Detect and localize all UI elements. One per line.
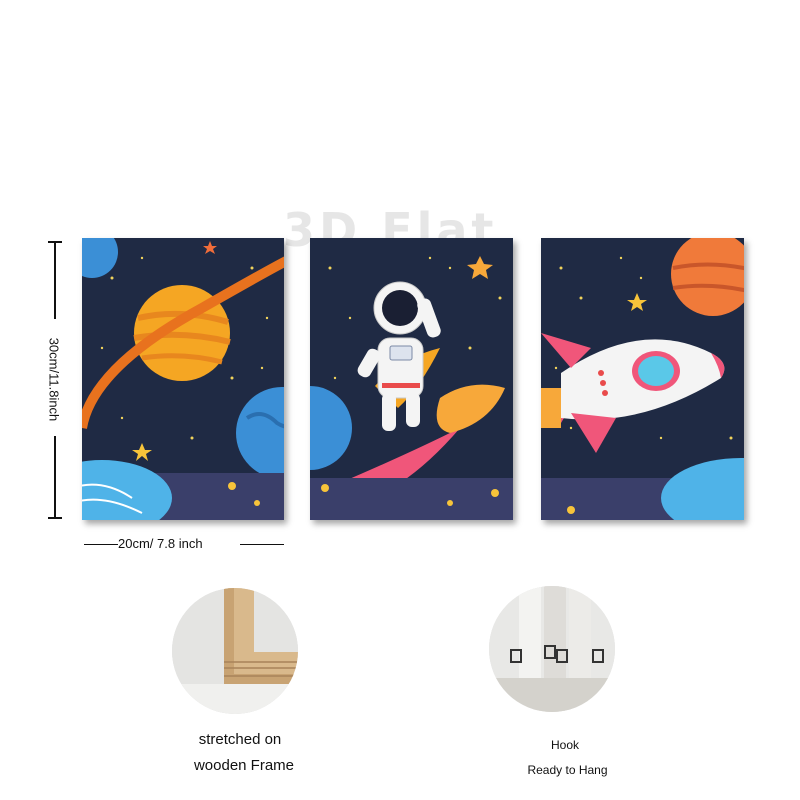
feature-frame-line2: wooden Frame [193,757,295,774]
rocket-artwork [541,238,744,520]
wooden-frame-photo [172,588,298,714]
canvas-panel-saturn [82,238,284,520]
height-dimension-bottom-tick [48,517,62,519]
height-dimension-label: 30cm/11.8inch [46,337,62,422]
feature-frame-line1: stretched on [198,731,282,748]
astronaut-artwork [310,238,513,520]
canvas-panel-rocket [541,238,744,520]
wooden-frame-image [172,588,298,714]
saturn-artwork [82,238,284,520]
feature-hook-line2: Ready to Hang [527,763,608,777]
width-dimension-line-right [240,544,284,545]
feature-hook-line1: Hook [550,738,579,752]
hook-image [489,586,615,712]
canvas-panel-astronaut [310,238,513,520]
width-dimension-line-left [84,544,118,545]
hook-photo [489,586,615,712]
width-dimension-label: 20cm/ 7.8 inch [118,536,203,551]
